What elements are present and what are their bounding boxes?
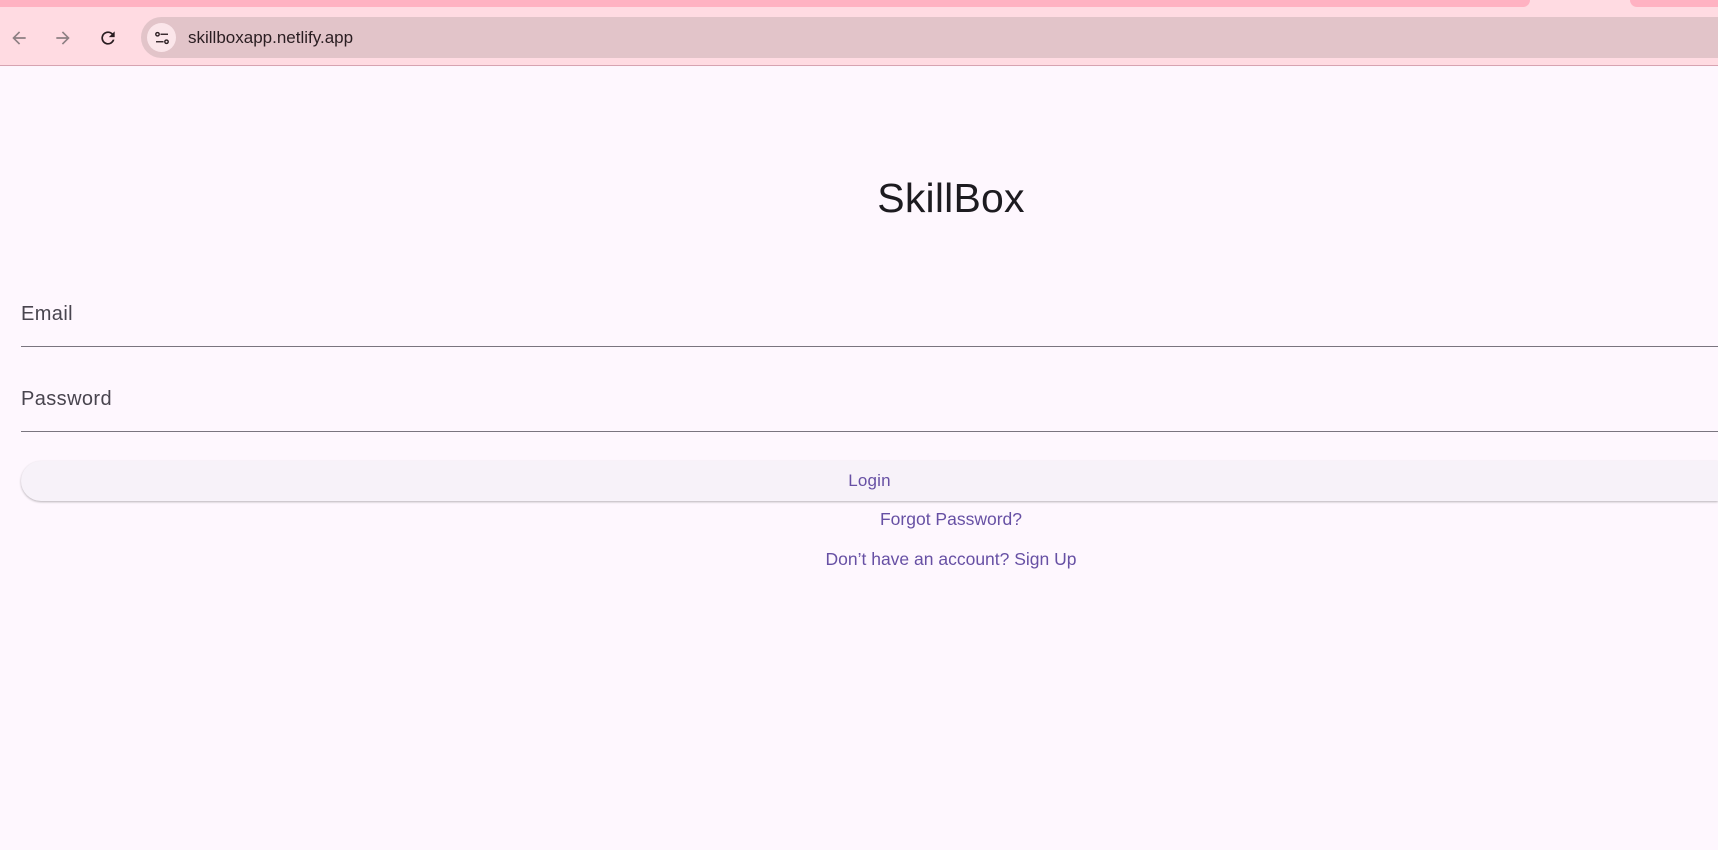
arrow-left-icon [12,31,26,45]
tab-indicator[interactable] [1630,0,1718,7]
back-button[interactable] [3,22,35,54]
tune-icon [154,31,169,44]
app-title: SkillBox [877,175,1025,221]
login-button[interactable]: Login [21,461,1718,501]
password-input[interactable] [21,376,1718,431]
forgot-password-link[interactable]: Forgot Password? [880,509,1022,529]
login-button-label: Login [848,471,891,490]
email-input[interactable] [21,291,1718,346]
forward-button[interactable] [47,22,79,54]
address-bar[interactable]: skillboxapp.netlify.app [141,17,1718,58]
password-field[interactable]: Password [21,376,1718,432]
forgot-password-link-row: Forgot Password? [0,509,1718,530]
tab-active-indicator[interactable] [0,0,1530,7]
site-info-button[interactable] [147,23,176,52]
signup-link[interactable]: Don’t have an account? Sign Up [826,549,1077,569]
arrow-right-icon [56,31,70,45]
page-content: SkillBox Email Password Login Forgot Pas… [0,67,1718,850]
tab-strip [0,0,1718,14]
email-field[interactable]: Email [21,291,1718,347]
url-text[interactable]: skillboxapp.netlify.app [188,28,353,48]
reload-icon [101,31,115,45]
browser-toolbar: skillboxapp.netlify.app [0,14,1718,66]
reload-button[interactable] [92,22,124,54]
signup-link-row: Don’t have an account? Sign Up [0,549,1718,570]
